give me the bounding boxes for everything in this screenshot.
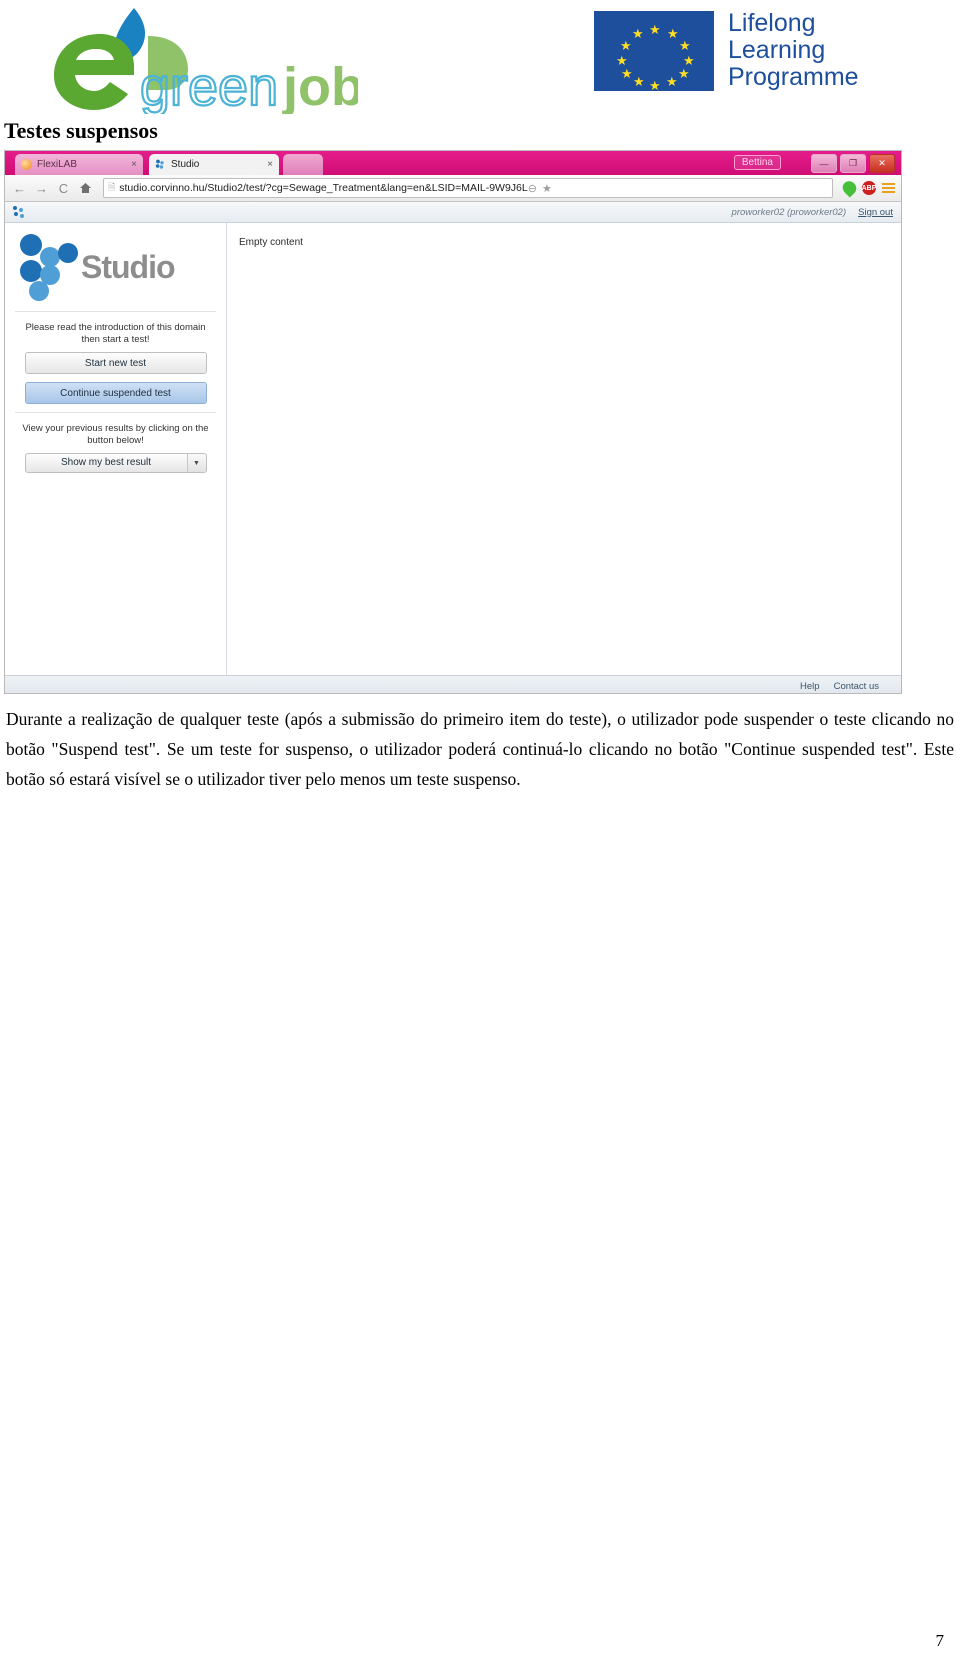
svg-text:jobs: jobs xyxy=(282,57,358,114)
contact-us-link[interactable]: Contact us xyxy=(834,681,879,692)
page-number: 7 xyxy=(935,1631,945,1650)
help-link[interactable]: Help xyxy=(800,681,820,692)
start-new-test-button[interactable]: Start new test xyxy=(24,352,207,374)
browser-tab-strip: FlexiLAB × Studio × Bettina — ❐ ✕ xyxy=(5,151,901,175)
llp-line-3: Programme xyxy=(728,63,859,91)
browser-extensions: ABP xyxy=(839,178,895,198)
right-panel: Empty content xyxy=(227,223,901,675)
page-icon: 🗎 xyxy=(108,182,116,192)
show-my-best-result-dropdown[interactable]: Show my best result ▼ xyxy=(24,453,207,473)
body-paragraph: Durante a realização de qualquer teste (… xyxy=(6,709,954,789)
bookmark-star-icon[interactable]: ★ xyxy=(542,182,552,195)
browser-tab-flexilab[interactable]: FlexiLAB × xyxy=(15,154,143,175)
close-icon[interactable]: × xyxy=(131,159,137,170)
window-title: Bettina xyxy=(733,155,781,170)
window-controls: — ❐ ✕ xyxy=(811,154,895,173)
app-content: Studio Please read the introduction of t… xyxy=(5,223,901,675)
close-button[interactable]: ✕ xyxy=(869,154,895,173)
app-header-bar: proworker02 (proworker02) Sign out xyxy=(5,202,901,223)
adblock-icon[interactable]: ABP xyxy=(862,181,876,195)
logo-row: green jobs ★ ★ ★ ★ ★ ★ ★ ★ ★ ★ ★ ★ Lifel… xyxy=(0,0,960,118)
llp-wordmark: Lifelong Learning Programme xyxy=(728,10,859,91)
tab-label: FlexiLAB xyxy=(37,159,78,170)
maximize-button[interactable]: ❐ xyxy=(840,154,866,173)
studio-favicon-icon xyxy=(155,159,166,170)
egreenjobs-logo: green jobs xyxy=(28,4,358,114)
forward-arrow-icon[interactable]: → xyxy=(33,180,50,197)
back-arrow-icon[interactable]: ← xyxy=(11,180,28,197)
green-pin-extension-icon[interactable] xyxy=(839,178,860,198)
url-text: studio.corvinno.hu/Studio2/test/?cg=Sewa… xyxy=(119,182,528,194)
results-note: View your previous results by clicking o… xyxy=(22,423,209,446)
panel-divider-bottom xyxy=(15,412,216,413)
menu-icon[interactable] xyxy=(882,183,895,193)
minimize-button[interactable]: — xyxy=(811,154,837,173)
panel-divider-top xyxy=(15,311,216,312)
close-icon[interactable]: × xyxy=(267,159,273,170)
sign-out-link[interactable]: Sign out xyxy=(858,207,893,218)
app-footer-bar: Help Contact us xyxy=(5,675,901,693)
studio-logo: Studio xyxy=(17,233,220,301)
current-user-label: proworker02 (proworker02) xyxy=(731,206,847,218)
address-bar-icons: ⊖ ★ xyxy=(528,182,554,195)
studio-mini-logo-icon xyxy=(13,206,27,218)
empty-content-label: Empty content xyxy=(239,237,303,248)
llp-line-2: Learning xyxy=(728,36,826,64)
address-bar[interactable]: 🗎 studio.corvinno.hu/Studio2/test/?cg=Se… xyxy=(103,178,833,198)
lifelong-learning-programme-logo: ★ ★ ★ ★ ★ ★ ★ ★ ★ ★ ★ ★ Lifelong Learnin… xyxy=(594,10,859,92)
page-title: Testes suspensos xyxy=(4,118,158,143)
eu-flag-icon: ★ ★ ★ ★ ★ ★ ★ ★ ★ ★ ★ ★ xyxy=(594,10,714,92)
tab-label: Studio xyxy=(171,159,200,170)
chevron-down-icon[interactable]: ▼ xyxy=(186,454,206,472)
home-icon[interactable] xyxy=(77,180,94,197)
llp-line-1: Lifelong xyxy=(728,9,816,37)
browser-screenshot: FlexiLAB × Studio × Bettina — ❐ ✕ ← → C … xyxy=(4,150,902,694)
zoom-icon[interactable]: ⊖ xyxy=(528,182,537,195)
new-tab-button[interactable] xyxy=(283,154,323,175)
reload-icon[interactable]: C xyxy=(55,180,72,197)
continue-suspended-test-button[interactable]: Continue suspended test xyxy=(24,382,207,404)
studio-wordmark: Studio xyxy=(81,248,176,285)
intro-note: Please read the introduction of this dom… xyxy=(25,322,206,345)
app-header-right: proworker02 (proworker02) Sign out xyxy=(732,207,893,218)
browser-tab-studio[interactable]: Studio × xyxy=(149,154,279,175)
flexilab-favicon-icon xyxy=(21,159,32,170)
app-header-left xyxy=(13,206,27,218)
show-my-best-result-label: Show my best result xyxy=(60,457,152,468)
svg-text:green: green xyxy=(140,57,278,114)
browser-navigation-bar: ← → C 🗎 studio.corvinno.hu/Studio2/test/… xyxy=(5,175,901,202)
left-panel: Studio Please read the introduction of t… xyxy=(5,223,227,675)
